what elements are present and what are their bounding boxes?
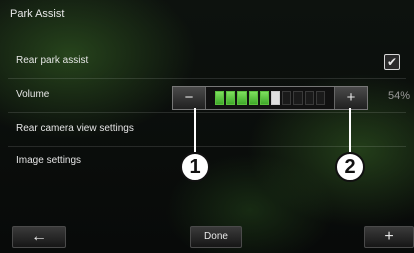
divider (8, 112, 406, 113)
volume-plus-button[interactable]: + (334, 87, 367, 109)
image-settings-label: Image settings (16, 155, 82, 166)
volume-label: Volume (16, 89, 50, 100)
volume-segment (304, 91, 314, 105)
divider (8, 78, 406, 79)
rear-camera-settings-row[interactable]: Rear camera view settings (8, 114, 406, 146)
rear-camera-settings-label: Rear camera view settings (16, 123, 134, 134)
page-title: Park Assist (10, 8, 65, 20)
volume-segment (282, 91, 292, 105)
volume-segment (237, 91, 247, 105)
volume-segment (215, 91, 225, 105)
add-button[interactable]: + (364, 226, 414, 248)
volume-segment (293, 91, 303, 105)
volume-segment (259, 91, 270, 105)
volume-slider[interactable]: − + (172, 86, 368, 110)
volume-segment (226, 91, 236, 105)
rear-park-assist-checkbox[interactable]: ✔ (384, 54, 400, 70)
park-assist-screen: Park Assist Rear park assist ✔ Volume − … (0, 0, 414, 253)
volume-percentage: 54% (388, 90, 411, 102)
volume-segment (271, 91, 281, 105)
volume-minus-button[interactable]: − (173, 87, 206, 109)
volume-segment (248, 91, 258, 105)
rear-park-assist-row[interactable]: Rear park assist ✔ (8, 46, 406, 78)
volume-segment (315, 91, 326, 105)
volume-level-bar[interactable] (215, 91, 326, 105)
back-arrow-button[interactable]: ← (12, 226, 66, 248)
rear-park-assist-label: Rear park assist (16, 55, 89, 66)
callout-1: 1 (180, 152, 210, 182)
callout-2-line (349, 108, 351, 152)
callout-1-line (194, 108, 196, 152)
bottom-bar: ← Done + (0, 226, 414, 253)
done-button[interactable]: Done (190, 226, 242, 248)
callout-2: 2 (335, 152, 365, 182)
